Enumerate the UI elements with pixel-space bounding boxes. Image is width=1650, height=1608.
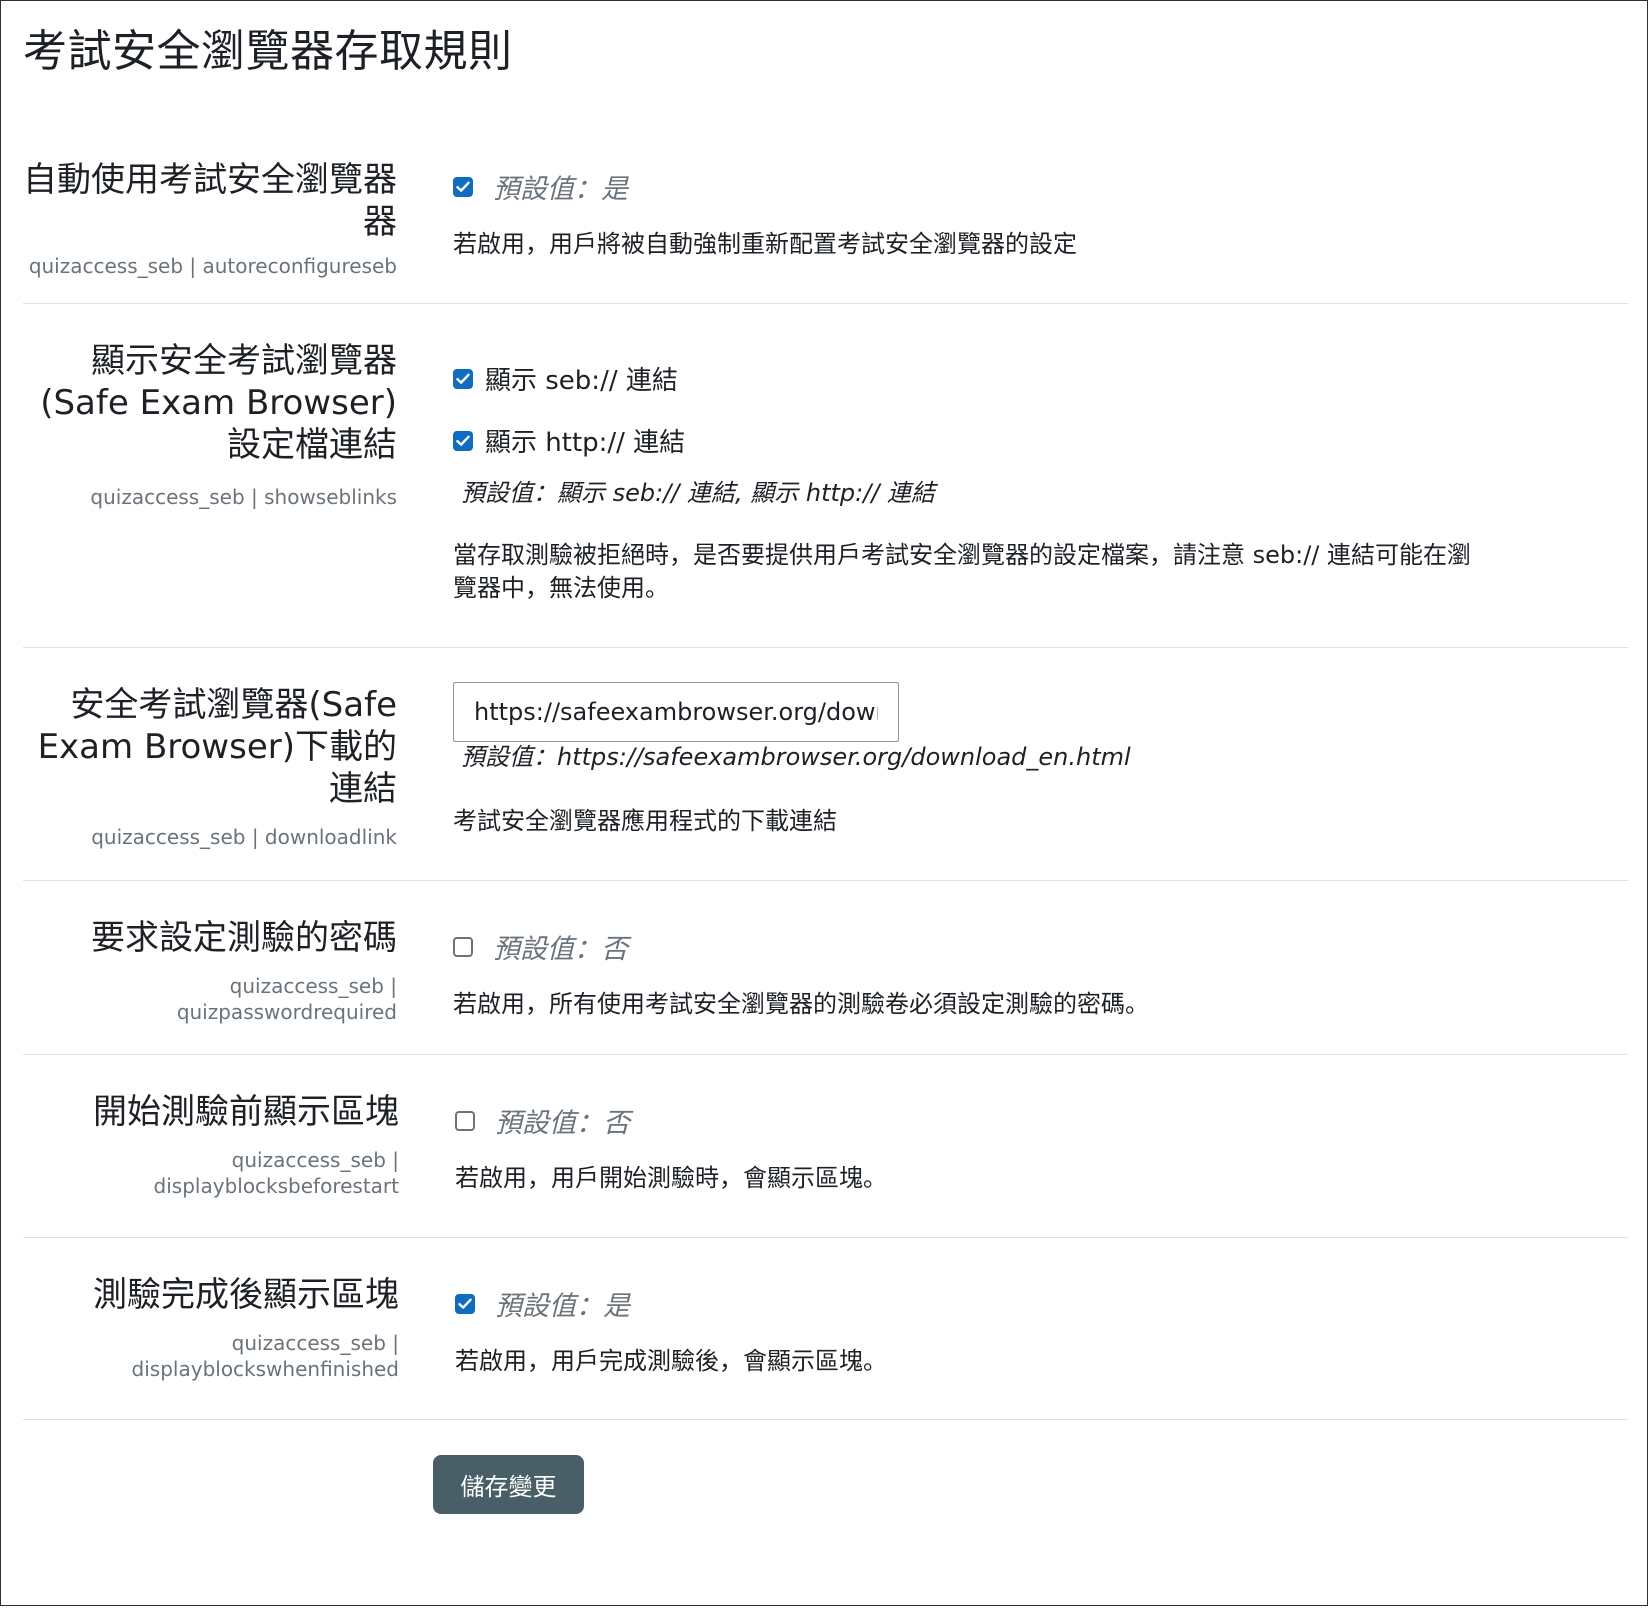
show-seb-link-label: 顯示 seb:// 連結 bbox=[485, 366, 678, 396]
setting-label-continued: (Safe Exam Browser) bbox=[40, 383, 397, 423]
quizpasswordrequired-checkbox[interactable] bbox=[453, 936, 473, 957]
setting-description: 若啟用，用戶開始測驗時，會顯示區塊。 bbox=[455, 1164, 887, 1192]
setting-label: 要求設定測驗的密碼 bbox=[91, 918, 397, 958]
setting-label-column: 自動使用考試安全瀏覽器 器 quizaccess_seb | autorecon… bbox=[23, 159, 397, 279]
setting-label-column: 開始測驗前顯示區塊 quizaccess_seb | displayblocks… bbox=[25, 1091, 399, 1199]
show-http-link-checkbox[interactable] bbox=[453, 430, 473, 451]
setting-label-column: 要求設定測驗的密碼 quizaccess_seb | quizpasswordr… bbox=[23, 917, 397, 1025]
displayblockswhenfinished-checkbox-row: 預設值：是 bbox=[455, 1284, 630, 1323]
setting-key: quizaccess_seb | bbox=[231, 1331, 399, 1355]
setting-autoreconfigureseb: 自動使用考試安全瀏覽器 器 quizaccess_seb | autorecon… bbox=[23, 151, 1628, 304]
setting-label: 自動使用考試安全瀏覽器 bbox=[23, 160, 397, 200]
setting-label-column: 安全考試瀏覽器(Safe Exam Browser)下載的 連結 quizacc… bbox=[23, 684, 397, 850]
show-seb-link-checkbox[interactable] bbox=[453, 368, 473, 389]
setting-description: 若啟用，用戶將被自動強制重新配置考試安全瀏覽器的設定 bbox=[453, 230, 1077, 258]
setting-label: 開始測驗前顯示區塊 bbox=[93, 1092, 399, 1132]
setting-label: 安全考試瀏覽器(Safe bbox=[70, 685, 397, 725]
setting-key-continued: displayblocksbeforestart bbox=[153, 1174, 399, 1198]
autoreconfigure-checkbox[interactable] bbox=[453, 176, 473, 197]
setting-label: 測驗完成後顯示區塊 bbox=[93, 1275, 399, 1315]
show-http-link-option[interactable]: 顯示 http:// 連結 bbox=[453, 422, 685, 459]
setting-displayblocksbeforestart: 開始測驗前顯示區塊 quizaccess_seb | displayblocks… bbox=[23, 1055, 1628, 1238]
setting-description: 考試安全瀏覽器應用程式的下載連結 bbox=[453, 807, 837, 835]
setting-description-line-1: 當存取測驗被拒絕時，是否要提供用戶考試安全瀏覽器的設定檔案，請注意 seb://… bbox=[453, 541, 1472, 569]
setting-showseblinks: 顯示安全考試瀏覽器 (Safe Exam Browser) 設定檔連結 quiz… bbox=[23, 304, 1628, 648]
setting-key-continued: displayblockswhenfinished bbox=[131, 1357, 399, 1381]
show-http-link-label: 顯示 http:// 連結 bbox=[485, 428, 686, 458]
setting-description: 若啟用，用戶完成測驗後，會顯示區塊。 bbox=[455, 1347, 887, 1375]
setting-label-column: 顯示安全考試瀏覽器 (Safe Exam Browser) 設定檔連結 quiz… bbox=[23, 340, 397, 510]
show-seb-link-option[interactable]: 顯示 seb:// 連結 bbox=[453, 360, 678, 397]
displayblockswhenfinished-checkbox[interactable] bbox=[455, 1293, 475, 1314]
default-value-text: 預設值：否 bbox=[493, 934, 628, 965]
setting-label-column: 測驗完成後顯示區塊 quizaccess_seb | displayblocks… bbox=[25, 1274, 399, 1382]
default-value-text: 預設值：顯示 seb:// 連結, 顯示 http:// 連結 bbox=[461, 479, 936, 507]
admin-settings-page: 考試安全瀏覽器存取規則 自動使用考試安全瀏覽器 器 quizaccess_seb… bbox=[0, 0, 1648, 1606]
setting-downloadlink: 安全考試瀏覽器(Safe Exam Browser)下載的 連結 quizacc… bbox=[23, 648, 1628, 881]
default-value-text: 預設值：是 bbox=[495, 1291, 630, 1322]
download-link-input[interactable] bbox=[453, 682, 899, 742]
setting-key: quizaccess_seb | downloadlink bbox=[91, 825, 397, 849]
setting-key: quizaccess_seb | bbox=[229, 974, 397, 998]
setting-label-continued: 連結 bbox=[329, 769, 397, 809]
setting-key: quizaccess_seb | showseblinks bbox=[90, 485, 397, 509]
setting-description-line-2: 覽器中，無法使用。 bbox=[453, 574, 669, 602]
default-value-text: 預設值：https://safeexambrowser.org/download… bbox=[461, 743, 1131, 771]
setting-description: 若啟用，所有使用考試安全瀏覽器的測驗卷必須設定測驗的密碼。 bbox=[453, 990, 1149, 1018]
displayblocksbeforestart-checkbox[interactable] bbox=[455, 1110, 475, 1131]
displayblocksbeforestart-checkbox-row: 預設值：否 bbox=[455, 1101, 630, 1140]
quizpasswordrequired-checkbox-row: 預設值：否 bbox=[453, 927, 628, 966]
setting-label-continued: 器 bbox=[363, 202, 397, 242]
setting-key: quizaccess_seb | autoreconfigureseb bbox=[28, 254, 397, 278]
default-value-text: 預設值：是 bbox=[493, 174, 628, 205]
default-value-text: 預設值：否 bbox=[495, 1108, 630, 1139]
setting-displayblockswhenfinished: 測驗完成後顯示區塊 quizaccess_seb | displayblocks… bbox=[23, 1238, 1628, 1420]
setting-label-continued: Exam Browser)下載的 bbox=[37, 727, 397, 767]
setting-label-continued: 設定檔連結 bbox=[227, 425, 397, 465]
setting-quizpasswordrequired: 要求設定測驗的密碼 quizaccess_seb | quizpasswordr… bbox=[23, 881, 1628, 1055]
autoreconfigure-checkbox-row: 預設值：是 bbox=[453, 167, 628, 206]
setting-key: quizaccess_seb | bbox=[231, 1148, 399, 1172]
page-title: 考試安全瀏覽器存取規則 bbox=[23, 26, 513, 77]
setting-label: 顯示安全考試瀏覽器 bbox=[91, 341, 397, 381]
save-changes-button[interactable]: 儲存變更 bbox=[433, 1455, 584, 1514]
setting-key-continued: quizpasswordrequired bbox=[176, 1000, 397, 1024]
